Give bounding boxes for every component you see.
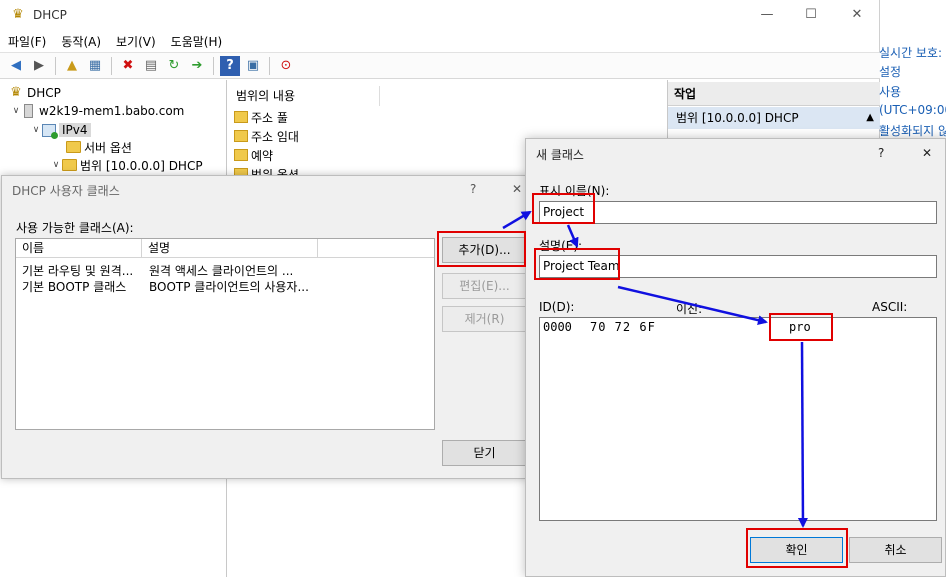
toolbar: ◀ ▶ ▲ ▦ ✖ ▤ ↻ ➔ ? ▣ ⊙ bbox=[0, 52, 880, 79]
edge-text-3: 사용 bbox=[879, 85, 902, 99]
address-leases-icon bbox=[234, 130, 248, 142]
dhcp-icon: ♛ bbox=[10, 85, 22, 100]
edge-text-4: (UTC+09:00) bbox=[879, 103, 946, 117]
table-row[interactable]: 기본 BOOTP 클래스 bbox=[22, 278, 126, 295]
tree-label: IPv4 bbox=[59, 123, 91, 137]
edge-text-2: 설정 bbox=[879, 65, 902, 79]
show-hide-pane-icon[interactable]: ▣ bbox=[243, 56, 263, 76]
ascii-label: ASCII: bbox=[872, 300, 908, 314]
highlight-add-button bbox=[437, 231, 526, 267]
chevron-down-icon[interactable]: ∨ bbox=[10, 106, 22, 116]
tree-label: w2k19-mem1.babo.com bbox=[39, 104, 185, 118]
remove-class-button[interactable]: 제거(R) bbox=[442, 306, 527, 332]
dialog-close-button[interactable]: ✕ bbox=[512, 182, 522, 196]
table-row[interactable]: 기본 라우팅 및 원격... bbox=[22, 262, 133, 279]
content-label: 예약 bbox=[251, 148, 274, 163]
hex-offset: 0000 bbox=[543, 320, 572, 334]
forward-arrow-icon[interactable]: ▶ bbox=[29, 56, 49, 76]
chevron-down-icon[interactable]: ∨ bbox=[50, 160, 62, 170]
new-class-dialog-title: 새 클래스 bbox=[536, 148, 584, 162]
reservations-icon bbox=[234, 149, 248, 161]
dhcp-app-icon: ♛ bbox=[12, 7, 24, 22]
collapse-triangle-icon[interactable]: ▲ bbox=[866, 107, 874, 129]
highlight-ascii-value bbox=[769, 313, 833, 341]
available-classes-label: 사용 가능한 클래스(A): bbox=[16, 221, 134, 235]
actions-header: 작업 bbox=[668, 82, 880, 106]
main-titlebar: ♛ DHCP — ☐ ✕ bbox=[0, 0, 879, 30]
id-label: ID(D): bbox=[539, 300, 575, 314]
toolbar-separator bbox=[213, 56, 214, 75]
toolbar-separator bbox=[269, 56, 270, 75]
content-item-address-pool[interactable]: 주소 풀 bbox=[234, 108, 288, 126]
ipv4-icon bbox=[42, 123, 58, 139]
user-class-dialog: DHCP 사용자 클래스 ? ✕ 사용 가능한 클래스(A): 이름 설명 기본… bbox=[1, 175, 528, 479]
new-dialog-close-button[interactable]: ✕ bbox=[922, 146, 932, 160]
content-label: 주소 임대 bbox=[251, 129, 299, 144]
class-id-hex-editor[interactable]: 0000 70 72 6F pro bbox=[539, 317, 937, 521]
maximize-button[interactable]: ☐ bbox=[796, 4, 826, 26]
table-cell-desc[interactable]: 원격 액세스 클라이언트의 ... bbox=[149, 262, 293, 279]
new-dialog-help-button[interactable]: ? bbox=[878, 146, 884, 160]
delete-icon[interactable]: ✖ bbox=[118, 56, 138, 76]
edge-text-5: 활성화되지 않 bbox=[879, 124, 946, 138]
column-header-filler bbox=[318, 239, 434, 258]
properties-icon[interactable]: ▤ bbox=[141, 56, 161, 76]
content-column-header[interactable]: 범위의 내용 bbox=[228, 86, 380, 106]
tree-item-server-options[interactable]: 서버 옵션 bbox=[66, 138, 132, 156]
content-label: 주소 풀 bbox=[251, 110, 288, 125]
column-header-description[interactable]: 설명 bbox=[142, 239, 318, 258]
highlight-description bbox=[534, 248, 620, 280]
help-icon[interactable]: ? bbox=[220, 55, 240, 76]
user-class-dialog-title: DHCP 사용자 클래스 bbox=[12, 184, 120, 198]
options-folder-icon bbox=[66, 141, 81, 153]
content-item-reservations[interactable]: 예약 bbox=[234, 146, 273, 164]
scope-folder-icon bbox=[62, 159, 77, 171]
dialog-help-button[interactable]: ? bbox=[470, 182, 476, 196]
tree-item-dhcp[interactable]: ♛ DHCP bbox=[8, 84, 61, 102]
console-tree-icon[interactable]: ▦ bbox=[85, 56, 105, 76]
highlight-ok-button bbox=[746, 528, 848, 568]
tree-label: DHCP bbox=[27, 86, 61, 100]
tree-item-scope[interactable]: ∨ 범위 [10.0.0.0] DHCP bbox=[50, 156, 203, 174]
tree-label: 서버 옵션 bbox=[84, 140, 132, 155]
display-name-input[interactable]: Project bbox=[539, 201, 937, 224]
edge-text-1: 실시간 보호: bbox=[879, 46, 943, 60]
menu-action[interactable]: 동작(A) bbox=[53, 33, 108, 50]
table-cell-desc[interactable]: BOOTP 클라이언트의 사용자... bbox=[149, 278, 309, 295]
menu-view[interactable]: 보기(V) bbox=[108, 33, 163, 50]
menu-file[interactable]: 파일(F) bbox=[0, 33, 53, 50]
highlight-display-name bbox=[532, 193, 595, 224]
refresh-icon[interactable]: ↻ bbox=[164, 56, 184, 76]
actions-scope-label: 범위 [10.0.0.0] DHCP bbox=[676, 111, 799, 125]
classes-listview[interactable]: 이름 설명 기본 라우팅 및 원격... 원격 액세스 클라이언트의 ... 기… bbox=[15, 238, 435, 430]
stop-service-icon[interactable]: ⊙ bbox=[276, 56, 296, 76]
binary-label: 이진: bbox=[676, 302, 703, 316]
back-arrow-icon[interactable]: ◀ bbox=[6, 56, 26, 76]
content-item-address-leases[interactable]: 주소 임대 bbox=[234, 127, 299, 145]
hex-bytes[interactable]: 70 72 6F bbox=[590, 320, 656, 334]
export-icon[interactable]: ➔ bbox=[187, 56, 207, 76]
column-header-name[interactable]: 이름 bbox=[16, 239, 142, 258]
edit-class-button[interactable]: 편집(E)... bbox=[442, 273, 527, 299]
cancel-button[interactable]: 취소 bbox=[849, 537, 942, 563]
tree-item-server[interactable]: ∨ w2k19-mem1.babo.com bbox=[10, 102, 184, 120]
toolbar-separator bbox=[111, 56, 112, 75]
menubar: 파일(F) 동작(A) 보기(V) 도움말(H) bbox=[0, 30, 880, 52]
minimize-button[interactable]: — bbox=[752, 4, 782, 26]
window-title: DHCP bbox=[33, 8, 67, 22]
address-pool-icon bbox=[234, 111, 248, 123]
tree-label: 범위 [10.0.0.0] DHCP bbox=[80, 158, 203, 173]
chevron-down-icon[interactable]: ∨ bbox=[30, 125, 42, 135]
server-icon bbox=[24, 104, 33, 118]
close-dialog-button[interactable]: 닫기 bbox=[442, 440, 527, 466]
actions-scope-section[interactable]: 범위 [10.0.0.0] DHCP ▲ bbox=[668, 107, 880, 129]
up-folder-icon[interactable]: ▲ bbox=[62, 56, 82, 76]
toolbar-separator bbox=[55, 56, 56, 75]
close-button[interactable]: ✕ bbox=[842, 4, 872, 26]
tree-item-ipv4[interactable]: ∨ IPv4 bbox=[30, 121, 91, 139]
menu-help[interactable]: 도움말(H) bbox=[163, 33, 230, 50]
